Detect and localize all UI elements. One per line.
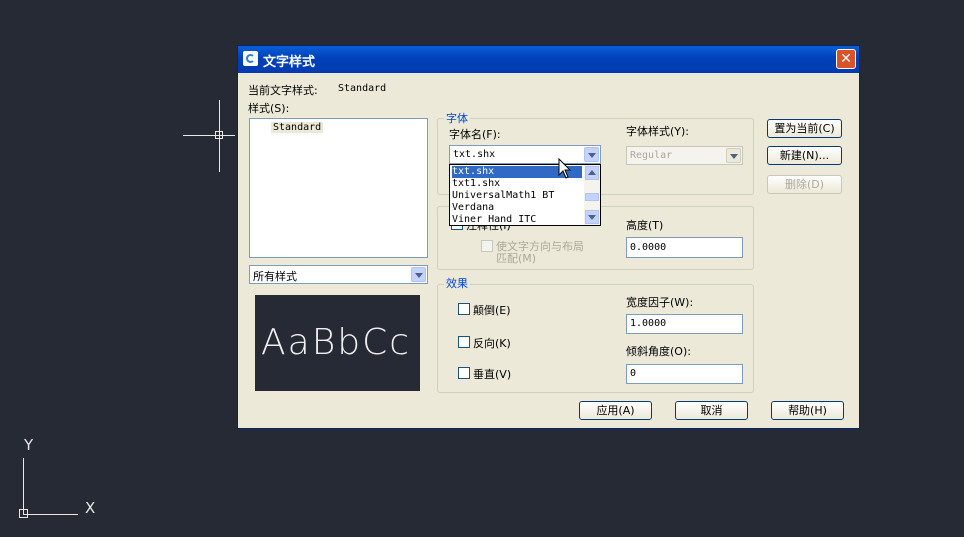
font-style-value: Regular xyxy=(630,150,673,161)
crosshair-horizontal xyxy=(183,135,235,136)
ucs-y-label: Y xyxy=(24,436,34,454)
font-name-label: 字体名(F): xyxy=(449,128,501,141)
match-orientation-checkbox xyxy=(481,240,493,252)
chevron-down-icon xyxy=(726,148,741,163)
backwards-label: 反向(K) xyxy=(473,337,511,350)
backwards-checkbox[interactable] xyxy=(458,336,470,348)
match-orientation-line2: 匹配(M) xyxy=(496,252,537,265)
dropdown-option[interactable]: UniversalMath1 BT xyxy=(452,190,554,202)
text-style-dialog: 文字样式 ✕ 当前文字样式: Standard 样式(S): Standard … xyxy=(237,45,860,429)
styles-list[interactable]: Standard xyxy=(249,118,428,258)
styles-filter-select[interactable]: 所有样式 xyxy=(249,265,428,284)
apply-button[interactable]: 应用(A) xyxy=(579,401,652,420)
set-current-button[interactable]: 置为当前(C) xyxy=(767,119,842,138)
crosshair-pickbox xyxy=(215,131,223,139)
styles-filter-value: 所有样式 xyxy=(253,270,297,283)
height-label: 高度(T) xyxy=(626,219,664,232)
vertical-label: 垂直(V) xyxy=(473,368,512,381)
ucs-y-axis xyxy=(23,458,24,514)
font-name-combo[interactable]: txt.shx xyxy=(449,145,601,164)
current-style-label: 当前文字样式: xyxy=(248,84,318,97)
ucs-x-label: X xyxy=(85,499,96,517)
style-item-standard[interactable]: Standard xyxy=(271,122,324,133)
height-value: 0.0000 xyxy=(630,242,667,253)
help-button[interactable]: 帮助(H) xyxy=(771,401,844,420)
scroll-thumb[interactable] xyxy=(585,193,599,201)
oblique-input[interactable]: 0 xyxy=(626,364,743,384)
ucs-x-axis xyxy=(23,514,78,515)
close-button[interactable]: ✕ xyxy=(836,49,856,69)
width-factor-label: 宽度因子(W): xyxy=(626,296,694,309)
font-name-dropdown-list[interactable]: txt.shx txt1.shx UniversalMath1 BT Verda… xyxy=(449,164,601,226)
font-style-label: 字体样式(Y): xyxy=(626,125,690,138)
upside-down-label: 颠倒(E) xyxy=(473,304,511,317)
font-group-title: 字体 xyxy=(444,110,470,126)
styles-label: 样式(S): xyxy=(248,102,290,115)
oblique-label: 倾斜角度(O): xyxy=(626,345,691,358)
dropdown-option[interactable]: Viner Hand ITC xyxy=(452,214,536,226)
width-factor-input[interactable]: 1.0000 xyxy=(626,314,743,334)
dropdown-scrollbar[interactable] xyxy=(584,165,600,225)
close-icon: ✕ xyxy=(840,51,852,67)
effects-group-title: 效果 xyxy=(444,275,470,291)
current-style-value: Standard xyxy=(338,83,387,94)
delete-button: 删除(D) xyxy=(767,175,842,194)
width-factor-value: 1.0000 xyxy=(630,318,667,329)
ucs-origin-box xyxy=(19,509,28,518)
oblique-value: 0 xyxy=(630,368,637,379)
font-name-value: txt.shx xyxy=(453,149,496,160)
vertical-checkbox[interactable] xyxy=(458,367,470,379)
app-icon xyxy=(243,51,258,66)
dropdown-option[interactable]: txt1.shx xyxy=(452,178,500,190)
dropdown-option[interactable]: Verdana xyxy=(452,202,494,214)
upside-down-checkbox[interactable] xyxy=(458,303,470,315)
preview-text: AaBbCc xyxy=(261,322,412,363)
title-bar[interactable]: 文字样式 ✕ xyxy=(238,46,859,73)
cancel-button[interactable]: 取消 xyxy=(675,401,748,420)
dialog-title: 文字样式 xyxy=(263,55,316,70)
new-button[interactable]: 新建(N)... xyxy=(767,146,842,165)
scroll-up-icon[interactable] xyxy=(585,166,599,180)
font-style-combo: Regular xyxy=(626,146,743,165)
chevron-down-icon[interactable] xyxy=(584,147,599,162)
preview-box: AaBbCc xyxy=(255,295,420,391)
mouse-cursor-icon xyxy=(558,158,572,179)
scroll-down-icon[interactable] xyxy=(585,210,599,224)
height-input[interactable]: 0.0000 xyxy=(626,237,743,258)
chevron-down-icon[interactable] xyxy=(411,267,426,282)
